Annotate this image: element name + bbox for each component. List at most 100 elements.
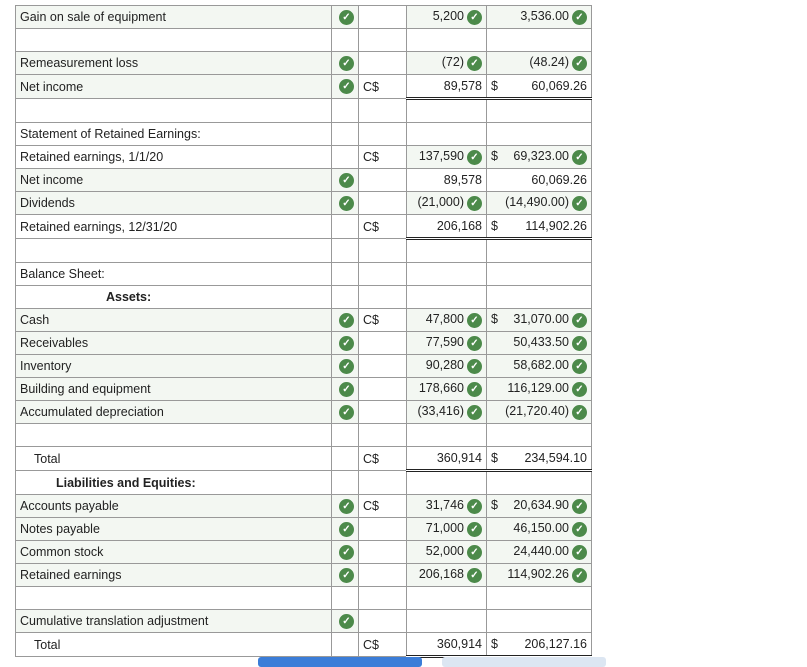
- row-label[interactable]: Accumulated depreciation: [15, 400, 332, 424]
- value-cell-1[interactable]: 90,280 ✓: [406, 354, 487, 378]
- currency-cell: [358, 98, 407, 123]
- check-circle-icon: ✓: [467, 312, 482, 328]
- value-cell-1[interactable]: 31,746 ✓: [406, 494, 487, 518]
- table-row: Total C$ 360,914 $234,594.10: [15, 446, 592, 472]
- currency-cell: [358, 168, 407, 192]
- value-cell-1: 360,914: [406, 632, 487, 658]
- row-label[interactable]: Receivables: [15, 331, 332, 355]
- table-row: [15, 238, 592, 263]
- value-cell-2[interactable]: $69,323.00 ✓: [486, 145, 592, 169]
- row-label: Liabilities and Equities:: [15, 470, 332, 495]
- value: 58,682.00: [513, 358, 569, 373]
- row-label[interactable]: Cash: [15, 308, 332, 332]
- value-cell-2: $234,594.10: [486, 446, 592, 472]
- value-cell-1[interactable]: 178,660 ✓: [406, 377, 487, 401]
- check-cell: [331, 262, 359, 286]
- value-cell-2: [486, 586, 592, 610]
- check-circle-icon: ✓: [572, 149, 587, 165]
- value-cell-1[interactable]: 206,168 ✓: [406, 563, 487, 587]
- value-cell-2[interactable]: 114,902.26 ✓: [486, 563, 592, 587]
- value-cell-2[interactable]: 58,682.00 ✓: [486, 354, 592, 378]
- row-label: [15, 423, 332, 447]
- value-cell-2[interactable]: 24,440.00 ✓: [486, 540, 592, 564]
- check-cell: [331, 98, 359, 123]
- value-cell-2: [486, 28, 592, 52]
- value-cell-2: [486, 609, 592, 633]
- check-cell: ✓: [331, 51, 359, 75]
- value: 50,433.50: [513, 335, 569, 350]
- value-cell-2[interactable]: $20,634.90 ✓: [486, 494, 592, 518]
- check-cell: ✓: [331, 354, 359, 378]
- value-cell-2: 60,069.26: [486, 168, 592, 192]
- row-label[interactable]: Accounts payable: [15, 494, 332, 518]
- row-label[interactable]: Cumulative translation adjustment: [15, 609, 332, 633]
- value-cell-1[interactable]: (33,416) ✓: [406, 400, 487, 424]
- value: 360,914: [436, 637, 482, 651]
- table-row: Remeasurement loss ✓ (72) ✓ (48.24) ✓: [15, 51, 592, 75]
- value-cell-1[interactable]: (72) ✓: [406, 51, 487, 75]
- primary-button[interactable]: [258, 657, 422, 667]
- table-row: Building and equipment ✓ 178,660 ✓ 116,129.0…: [15, 377, 592, 401]
- value-cell-1[interactable]: 77,590 ✓: [406, 331, 487, 355]
- value-cell-2[interactable]: (48.24) ✓: [486, 51, 592, 75]
- check-circle-icon: ✓: [467, 195, 482, 211]
- table-row: Accumulated depreciation ✓ (33,416) ✓ (21,72…: [15, 400, 592, 424]
- currency-cell: [358, 563, 407, 587]
- check-cell: ✓: [331, 331, 359, 355]
- row-label[interactable]: Net income: [15, 74, 332, 99]
- check-circle-icon: ✓: [467, 404, 482, 420]
- value-cell-1[interactable]: 71,000 ✓: [406, 517, 487, 541]
- value-cell-2: [486, 262, 592, 286]
- check-cell: ✓: [331, 377, 359, 401]
- table-row: Dividends ✓ (21,000) ✓ (14,490.00) ✓: [15, 191, 592, 215]
- row-label[interactable]: Net income: [15, 168, 332, 192]
- value: (48.24): [529, 55, 569, 70]
- table-row: [15, 28, 592, 52]
- value: 24,440.00: [513, 544, 569, 559]
- row-label[interactable]: Remeasurement loss: [15, 51, 332, 75]
- check-circle-icon: ✓: [572, 521, 587, 537]
- value-cell-2: [486, 423, 592, 447]
- row-label[interactable]: Inventory: [15, 354, 332, 378]
- row-label: Total: [15, 632, 332, 657]
- value-cell-2[interactable]: 3,536.00 ✓: [486, 5, 592, 29]
- value-cell-1[interactable]: 47,800 ✓: [406, 308, 487, 332]
- value-cell-1[interactable]: 137,590 ✓: [406, 145, 487, 169]
- value-cell-2[interactable]: 50,433.50 ✓: [486, 331, 592, 355]
- value-cell-2[interactable]: (21,720.40) ✓: [486, 400, 592, 424]
- check-cell: ✓: [331, 609, 359, 633]
- value-cell-1[interactable]: (21,000) ✓: [406, 191, 487, 215]
- value: 71,000: [425, 521, 464, 536]
- value: 137,590: [418, 149, 464, 164]
- value-cell-2[interactable]: $31,070.00 ✓: [486, 308, 592, 332]
- check-circle-icon: ✓: [572, 381, 587, 397]
- check-cell: ✓: [331, 191, 359, 215]
- row-label[interactable]: Common stock: [15, 540, 332, 564]
- table-row: Statement of Retained Earnings:: [15, 122, 592, 146]
- value-cell-1: [406, 586, 487, 610]
- value-cell-2[interactable]: 116,129.00 ✓: [486, 377, 592, 401]
- currency-cell: [358, 122, 407, 146]
- currency-cell: [358, 285, 407, 309]
- currency-cell: C$: [358, 214, 407, 239]
- row-label[interactable]: Gain on sale of equipment: [15, 5, 332, 29]
- value-cell-1[interactable]: 5,200 ✓: [406, 5, 487, 29]
- table-row: [15, 98, 592, 123]
- row-label[interactable]: Building and equipment: [15, 377, 332, 401]
- currency-cell: [358, 238, 407, 263]
- value-cell-2[interactable]: (14,490.00) ✓: [486, 191, 592, 215]
- value-cell-2[interactable]: 46,150.00 ✓: [486, 517, 592, 541]
- value: 90,280: [425, 358, 464, 373]
- table-row: Notes payable ✓ 71,000 ✓ 46,150.00 ✓: [15, 517, 592, 541]
- value-cell-1[interactable]: 52,000 ✓: [406, 540, 487, 564]
- value: 89,578: [443, 173, 482, 187]
- value: 52,000: [425, 544, 464, 559]
- row-label[interactable]: Notes payable: [15, 517, 332, 541]
- check-cell: [331, 470, 359, 495]
- dollar-sign: $: [491, 219, 498, 233]
- check-circle-icon: ✓: [339, 79, 354, 95]
- row-label[interactable]: Dividends: [15, 191, 332, 215]
- secondary-button[interactable]: [442, 657, 606, 667]
- value: 178,660: [418, 381, 464, 396]
- row-label[interactable]: Retained earnings: [15, 563, 332, 587]
